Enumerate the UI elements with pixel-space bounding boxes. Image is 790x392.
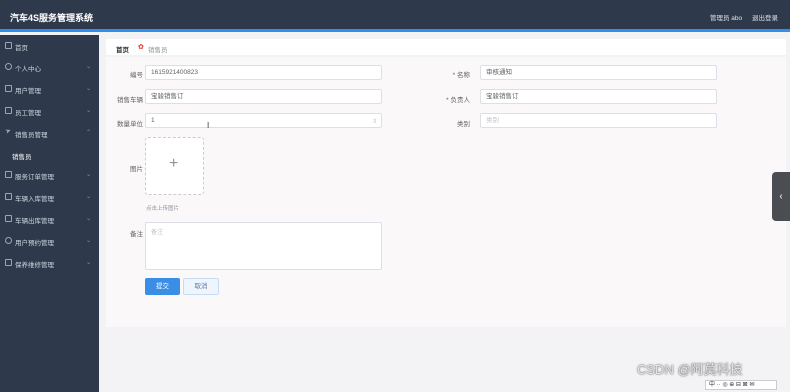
sales-car-input[interactable]: 宝骏销售订 [145,89,382,104]
chevron-left-icon: ‹ [779,191,783,202]
note-textarea[interactable]: 备注 [145,222,382,270]
sidebar-item-label: 销售员管理 [15,132,48,139]
input-toolbar[interactable]: 中 ·· ◎ ⊕ ⊟ ⊠ ✉ [705,380,777,390]
chevron-down-icon: ⌄ [86,108,92,114]
chevron-up-icon: ⌃ [86,130,92,136]
user-icon [5,63,12,70]
sidebar-item-label: 首页 [15,45,28,52]
field-label-name: * 名称 [452,72,470,79]
chevron-down-icon: ⌄ [86,194,92,200]
text-cursor-icon: I [207,121,210,130]
list-icon [5,85,12,92]
owner-input[interactable]: 宝骏销售订 [480,89,717,104]
sidebar-item-salesperson[interactable]: 销售员 [0,144,99,166]
sidebar-item-label: 销售员 [12,154,32,161]
count-stepper[interactable]: 1 ⇕ [145,113,382,128]
sidebar-item-label: 用户管理 [15,88,41,95]
count-value: 1 [151,117,155,124]
plus-icon: + [169,155,179,172]
watermark: CSDN @阿莫科技 [637,362,743,377]
field-label-number: 编号 [130,72,143,79]
logout-link[interactable]: 退出登录 [752,12,778,22]
sidebar-item-label: 个人中心 [15,66,41,73]
chevron-down-icon: ⌄ [86,216,92,222]
sidebar-item-label: 车辆出库管理 [15,218,54,225]
chevron-down-icon: ⌄ [86,64,92,70]
sidebar-item-staff-management[interactable]: 员工管理 ⌄ [0,100,99,122]
sidebar-item-label: 用户预约管理 [15,240,54,247]
current-user: 管理员 abo [710,15,743,22]
clock-icon [5,237,12,244]
sidebar-item-sales-management[interactable]: ➤ 销售员管理 ⌃ [0,122,99,144]
sidebar-item-label: 保养维修管理 [15,262,54,269]
main-content: 首页 ✿ 销售员 编号 1615921400823 * 名称 审核通知 销售车辆… [99,35,790,392]
field-label-image: 图片 [130,166,143,173]
tool-icon [5,259,12,266]
collapse-panel-button[interactable]: ‹ [772,172,790,221]
list-icon [5,107,12,114]
chevron-down-icon: ⌄ [86,260,92,266]
breadcrumb-home[interactable]: 首页 [116,44,129,54]
send-icon: ➤ [4,127,13,136]
name-input[interactable]: 审核通知 [480,65,717,80]
sidebar-item-user-management[interactable]: 用户管理 ⌄ [0,78,99,100]
breadcrumb-current: 销售员 [148,47,168,54]
breadcrumb: 首页 ✿ 销售员 [106,39,786,55]
app-title: 汽车4S服务管理系统 [10,13,94,23]
image-upload[interactable]: + [145,137,204,195]
field-label-sales-car: 销售车辆 [117,97,143,104]
sidebar-item-label: 员工管理 [15,110,41,117]
top-navbar: 汽车4S服务管理系统 管理员 abo 退出登录 [0,0,790,32]
home-icon [5,42,12,49]
sidebar-item-service-orders[interactable]: 服务订单管理 ⌄ [0,164,99,186]
category-input[interactable]: 类别 [480,113,717,128]
sidebar-item-personal-center[interactable]: 个人中心 ⌄ [0,56,99,78]
stepper-arrows-icon[interactable]: ⇕ [372,116,377,129]
sidebar-item-vehicle-inbound[interactable]: 车辆入库管理 ⌄ [0,186,99,208]
sidebar-item-maintenance[interactable]: 保养维修管理 ⌄ [0,252,99,274]
form-panel: 编号 1615921400823 * 名称 审核通知 销售车辆 宝骏销售订 * … [106,57,786,327]
sidebar-item-vehicle-outbound[interactable]: 车辆出库管理 ⌄ [0,208,99,230]
upload-tip: 点击上传图片 [146,206,180,212]
sidebar-item-home[interactable]: 首页 [0,35,99,57]
chevron-down-icon: ⌄ [86,86,92,92]
sidebar: 首页 个人中心 ⌄ 用户管理 ⌄ 员工管理 ⌄ ➤ 销售员管理 ⌃ 销售员 服务… [0,35,99,392]
order-icon [5,171,12,178]
cancel-button[interactable]: 取消 [183,278,219,295]
breadcrumb-separator-icon: ✿ [138,44,144,51]
chevron-down-icon: ⌄ [86,172,92,178]
field-label-category: 类别 [457,121,470,128]
field-label-note: 备注 [130,231,143,238]
field-label-owner: * 负责人 [446,97,470,104]
sidebar-item-label: 车辆入库管理 [15,196,54,203]
sidebar-item-label: 服务订单管理 [15,174,54,181]
submit-button[interactable]: 提交 [145,278,180,295]
chevron-down-icon: ⌄ [86,238,92,244]
car-icon [5,215,12,222]
number-input[interactable]: 1615921400823 [145,65,382,80]
sidebar-item-user-appointments[interactable]: 用户预约管理 ⌄ [0,230,99,252]
car-icon [5,193,12,200]
field-label-count: 数量单位 [117,121,143,128]
